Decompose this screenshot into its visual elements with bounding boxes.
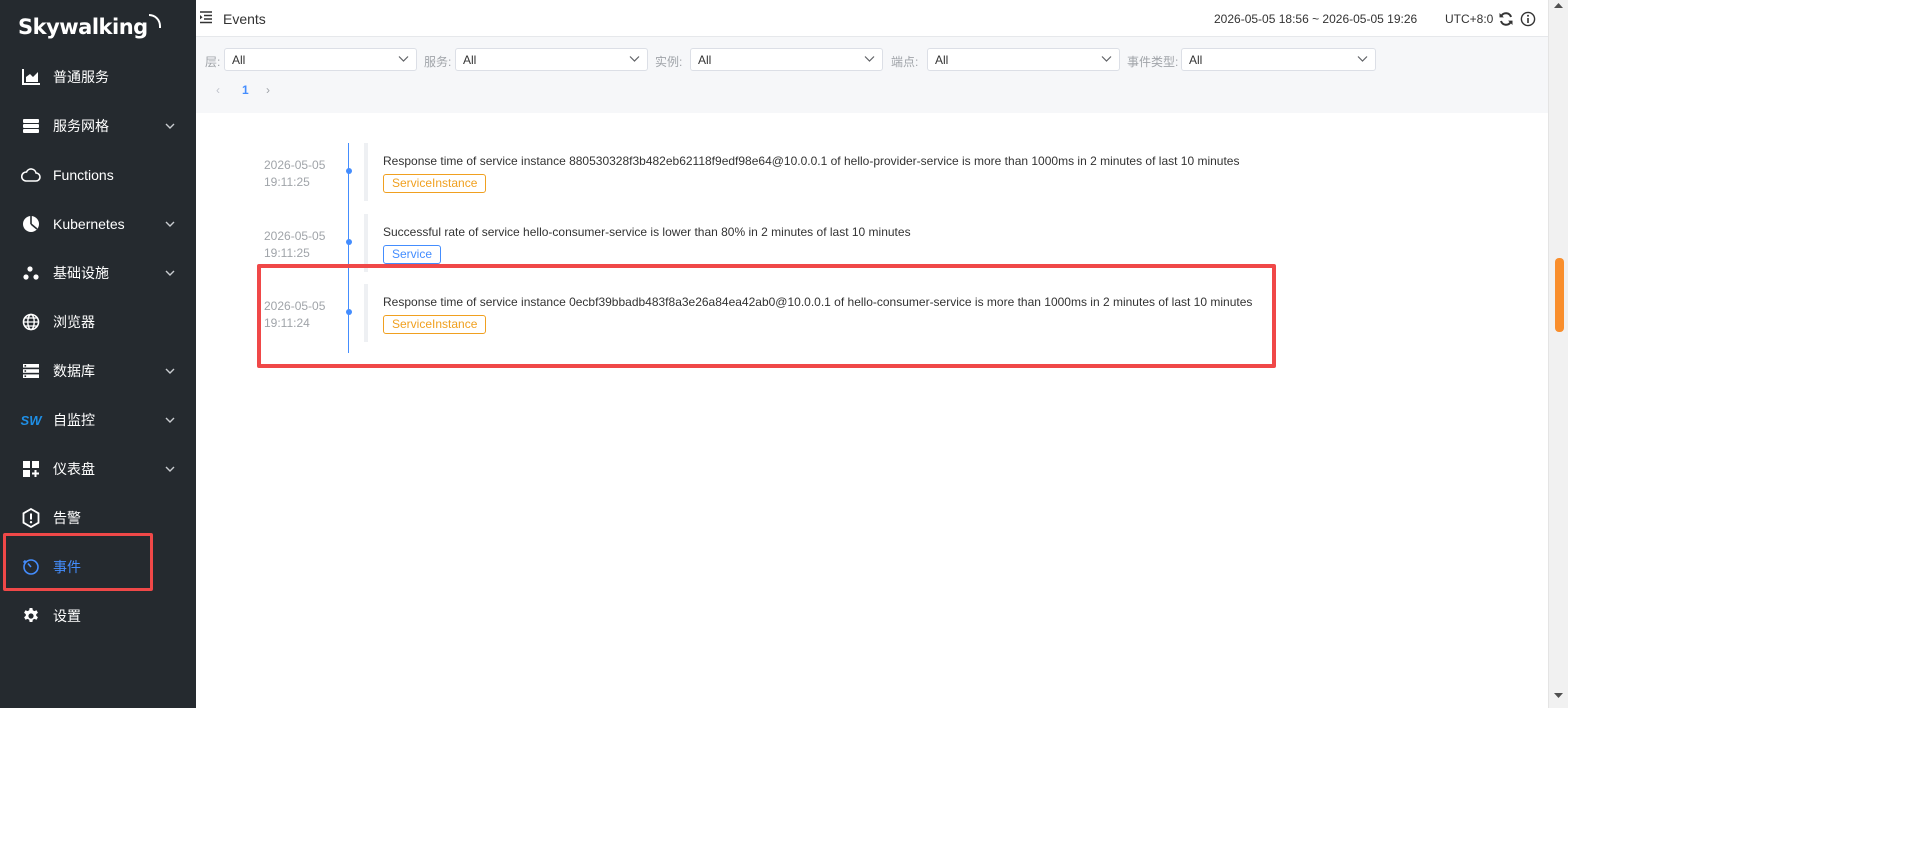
database-icon xyxy=(21,361,41,381)
instance-filter-label: 实例: xyxy=(655,55,683,69)
scroll-down-arrow-icon[interactable] xyxy=(1554,693,1563,699)
sw-logo-text: SW xyxy=(20,412,42,428)
chart-icon xyxy=(21,67,41,87)
sidebar-item-label: Functions xyxy=(53,167,114,183)
sidebar-item-label: 仪表盘 xyxy=(53,461,95,477)
chevron-down-icon xyxy=(165,466,175,472)
sidebar-item-infrastructure[interactable]: 基础设施 xyxy=(0,253,196,293)
sidebar-item-service-mesh[interactable]: 服务网格 xyxy=(0,106,196,146)
chevron-down-icon xyxy=(1357,56,1368,62)
highlight-box-event xyxy=(257,264,1276,368)
sidebar-item-label: 设置 xyxy=(53,608,81,624)
event-type-tag: Service xyxy=(383,245,442,264)
service-select-value: All xyxy=(463,53,477,67)
event-type-filter-label: 事件类型: xyxy=(1127,55,1179,69)
pie-icon xyxy=(21,214,41,234)
time-range-picker[interactable]: 2026-05-05 18:56 ~ 2026-05-05 19:26 xyxy=(1214,12,1417,26)
service-filter-label: 服务: xyxy=(424,55,452,69)
menu-fold-icon[interactable] xyxy=(199,11,213,29)
chevron-down-icon xyxy=(165,270,175,276)
event-message: Successful rate of service hello-consume… xyxy=(383,225,911,239)
sidebar-item-browser[interactable]: 浏览器 xyxy=(0,302,196,342)
timezone-label: UTC+8:0 xyxy=(1445,12,1494,26)
sidebar-item-functions[interactable]: Functions xyxy=(0,155,196,195)
service-select[interactable]: All xyxy=(455,48,648,71)
timeline-dot xyxy=(346,168,352,174)
event-timestamp: 2026-05-05 19:11:25 xyxy=(264,228,325,262)
main-panel: Events 2026-05-05 18:56 ~ 2026-05-05 19:… xyxy=(196,0,1548,708)
timeline-dot xyxy=(346,239,352,245)
event-message: Response time of service instance 880530… xyxy=(383,154,1240,168)
chevron-down-icon xyxy=(398,56,409,62)
layers-icon xyxy=(21,116,41,136)
vertical-scrollbar[interactable] xyxy=(1548,0,1568,708)
event-type-select[interactable]: All xyxy=(1181,48,1376,71)
chevron-down-icon xyxy=(165,221,175,227)
sidebar: Skywalking 普通服务 服务网格 Functions Kubernete… xyxy=(0,0,196,708)
event-timeline: 2026-05-05 19:11:25 Response time of ser… xyxy=(196,113,1548,708)
event-date: 2026-05-05 xyxy=(264,229,326,243)
sidebar-item-label: 基础设施 xyxy=(53,265,109,281)
event-timestamp: 2026-05-05 19:11:25 xyxy=(264,157,325,191)
event-type-select-value: All xyxy=(1189,53,1203,67)
sw-logo-icon: SW xyxy=(20,410,42,430)
sidebar-item-label: Kubernetes xyxy=(53,216,125,232)
endpoint-select[interactable]: All xyxy=(927,48,1120,71)
page-title: Events xyxy=(223,11,266,27)
event-type-tag: ServiceInstance xyxy=(383,174,487,193)
alert-hexagon-icon xyxy=(21,508,41,528)
highlight-box-events-nav xyxy=(3,533,153,591)
sidebar-item-alarm[interactable]: 告警 xyxy=(0,498,196,538)
sidebar-item-label: 数据库 xyxy=(53,363,95,379)
chevron-down-icon xyxy=(1101,56,1112,62)
instance-select[interactable]: All xyxy=(690,48,883,71)
chevron-down-icon xyxy=(165,368,175,374)
sidebar-item-self-observability[interactable]: SW 自监控 xyxy=(0,400,196,440)
event-time: 19:11:25 xyxy=(264,246,310,260)
dashboard-icon xyxy=(21,459,41,479)
skywalking-logo[interactable]: Skywalking xyxy=(18,14,161,44)
sidebar-item-label: 普通服务 xyxy=(53,69,109,85)
event-card-bar xyxy=(364,143,368,201)
chevron-down-icon xyxy=(165,417,175,423)
chevron-down-icon xyxy=(165,123,175,129)
top-bar: Events 2026-05-05 18:56 ~ 2026-05-05 19:… xyxy=(196,0,1548,37)
endpoint-filter-label: 端点: xyxy=(891,55,919,69)
pagination: ‹ 1 › xyxy=(196,83,296,99)
endpoint-select-value: All xyxy=(935,53,949,67)
app-root: Skywalking 普通服务 服务网格 Functions Kubernete… xyxy=(0,0,1568,708)
next-page-button[interactable]: › xyxy=(266,83,270,97)
logo-swirl-icon xyxy=(148,14,161,28)
sidebar-item-dashboard[interactable]: 仪表盘 xyxy=(0,449,196,489)
layer-select[interactable]: All xyxy=(224,48,417,71)
sidebar-item-label: 自监控 xyxy=(53,412,95,428)
cloud-icon xyxy=(21,165,41,185)
event-date: 2026-05-05 xyxy=(264,158,326,172)
scroll-up-arrow-icon[interactable] xyxy=(1554,2,1563,8)
sidebar-item-database[interactable]: 数据库 xyxy=(0,351,196,391)
instance-select-value: All xyxy=(698,53,712,67)
logo-text: Skywalking xyxy=(18,15,148,39)
sidebar-item-label: 浏览器 xyxy=(53,314,95,330)
prev-page-button[interactable]: ‹ xyxy=(216,83,220,97)
gear-icon xyxy=(21,606,41,626)
info-icon[interactable] xyxy=(1520,11,1536,32)
globe-icon xyxy=(21,312,41,332)
event-time: 19:11:25 xyxy=(264,175,310,189)
filter-bar: 层: All 服务: All 实例: All 端点: All 事件类型: All… xyxy=(196,37,1548,113)
layer-filter-label: 层: xyxy=(205,55,221,69)
sidebar-item-settings[interactable]: 设置 xyxy=(0,596,196,636)
chevron-down-icon xyxy=(629,56,640,62)
refresh-icon[interactable] xyxy=(1498,11,1514,32)
layer-select-value: All xyxy=(232,53,246,67)
sidebar-item-kubernetes[interactable]: Kubernetes xyxy=(0,204,196,244)
scrollbar-thumb[interactable] xyxy=(1555,258,1564,332)
page-number-current[interactable]: 1 xyxy=(242,83,249,97)
sidebar-item-label: 告警 xyxy=(53,510,81,526)
event-item[interactable]: 2026-05-05 19:11:25 Response time of ser… xyxy=(196,143,1548,203)
nodes-icon xyxy=(21,263,41,283)
chevron-down-icon xyxy=(864,56,875,62)
sidebar-item-general-service[interactable]: 普通服务 xyxy=(0,57,196,97)
sidebar-item-label: 服务网格 xyxy=(53,118,109,134)
